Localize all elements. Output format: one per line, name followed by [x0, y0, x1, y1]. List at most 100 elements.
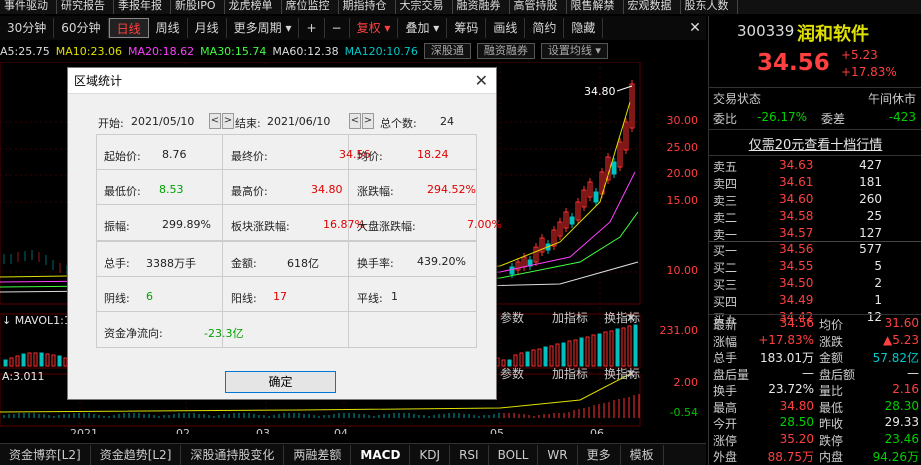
start-next-button[interactable]: > [222, 113, 234, 129]
grid-divider [96, 276, 477, 277]
trade-status-row: 交易状态 午间休市 [709, 90, 921, 107]
level-price: 34.56 [779, 242, 814, 256]
dialog-title: 区域统计 [74, 74, 123, 88]
menu-item[interactable]: 限售解禁 [567, 0, 624, 14]
toolbar-11-button[interactable]: 画线 [486, 18, 526, 38]
date-axis-label: 06 [590, 427, 604, 434]
menu-item[interactable]: 龙虎榜单 [225, 0, 282, 14]
stat-key: 起始价: [104, 150, 141, 163]
stat-label: 量比 [819, 384, 844, 398]
panel-button-0[interactable]: 参数 [500, 310, 524, 325]
toolbar-3-button[interactable]: 周线 [149, 18, 188, 38]
volume-bar [513, 354, 518, 367]
indicator-tab[interactable]: 更多 [578, 444, 621, 465]
toolbar-13-button[interactable]: 隐藏 [564, 18, 604, 38]
menu-item[interactable]: 大宗交易 [396, 0, 453, 14]
indicator-tab[interactable]: 资金趋势[L2] [91, 444, 182, 465]
panel-close-icon[interactable]: ✕ [626, 367, 636, 381]
toolbar-5-button[interactable]: 更多周期 ▾ [227, 18, 300, 38]
toolbar-9-button[interactable]: 叠加 ▾ [398, 18, 448, 38]
menu-item[interactable]: 研究报告 [57, 0, 114, 14]
menu-item[interactable]: 新股IPO [171, 0, 225, 14]
toolbar-0-button[interactable]: 30分钟 [0, 18, 55, 38]
ma-settings-button[interactable]: 设置均线 ▾ [540, 43, 608, 59]
indicator-tab[interactable]: 两融差额 [284, 444, 352, 465]
level-label: 卖三 [713, 194, 738, 208]
level-label: 卖四 [713, 177, 738, 191]
trade-status-label: 交易状态 [713, 92, 762, 106]
weibi-label: 委比 [713, 112, 738, 126]
stats-row: 最新 34.56 均价 31.60 [709, 316, 921, 333]
toolbar-1-button[interactable]: 60分钟 [54, 18, 109, 38]
menu-item[interactable]: 季报年报 [114, 0, 171, 14]
toolbar-4-button[interactable]: 月线 [188, 18, 227, 38]
toolbar-8-button[interactable]: 复权 ▾ [350, 18, 399, 38]
menu-item[interactable]: 事件驱动 [0, 0, 57, 14]
start-prev-button[interactable]: < [209, 113, 221, 129]
range-stats-dialog: 区域统计 ✕ 开始: 2021/05/10 < > 结束: 2021/06/10… [67, 67, 502, 400]
menu-item[interactable]: 席位监控 [282, 0, 339, 14]
stat-label: 总手 [713, 351, 738, 365]
trade-status-value: 午间休市 [867, 92, 916, 106]
stat-key: 最终价: [231, 150, 268, 163]
volume-bar [543, 346, 548, 367]
volume-bar [33, 352, 38, 367]
level-volume: 427 [859, 158, 882, 172]
dialog-close-icon[interactable]: ✕ [475, 68, 488, 94]
level-label: 买四 [713, 295, 738, 309]
volume-bar [549, 345, 554, 367]
volume-bar [633, 324, 638, 367]
grid-divider [96, 204, 477, 205]
toolbar-12-button[interactable]: 简约 [525, 18, 565, 38]
indicator-tab[interactable]: 资金博弈[L2] [0, 444, 91, 465]
count-value: 24 [440, 115, 454, 128]
date-axis-label: 05 [490, 427, 504, 434]
indicator-tabs: 资金博弈[L2] 资金趋势[L2] 深股通持股变化 两融差额 MACD KDJ RSI BOL… [0, 443, 706, 465]
indicator-tab[interactable]: KDJ [410, 444, 451, 465]
stat-value: 439.20% [417, 255, 466, 268]
indicator-tab[interactable]: 模板 [621, 444, 664, 465]
level-price: 34.60 [779, 192, 814, 206]
volume-bar [519, 352, 524, 367]
toolbar-close-icon[interactable]: ✕ [686, 18, 704, 38]
panel-button-1[interactable]: 加指标 [552, 366, 588, 381]
end-prev-button[interactable]: < [349, 113, 361, 129]
bid-row: 买二 34.55 5 [709, 259, 921, 276]
ask-row: 卖二 34.58 25 [709, 209, 921, 226]
volume-bar [537, 348, 542, 367]
level2-promo-link[interactable]: 仅需20元查看十档行情 [709, 134, 921, 153]
indicator-tab[interactable]: 深股通持股变化 [181, 444, 285, 465]
toolbar-2-button[interactable]: 日线 [108, 18, 149, 38]
menu-item[interactable]: 宏观数据 [624, 0, 681, 14]
volume-bar [573, 339, 578, 367]
toolbar-label: 周线 [155, 21, 180, 35]
stat-value: 35.20 [779, 431, 814, 446]
stat-label: 盘后量 [713, 367, 750, 382]
indicator-tab[interactable]: MACD [351, 444, 411, 465]
toolbar-10-button[interactable]: 筹码 [447, 18, 487, 38]
hk-connect-button[interactable]: 深股通 [423, 43, 471, 59]
panel-close-icon[interactable]: ✕ [626, 311, 636, 325]
menu-item[interactable]: 高管持股 [510, 0, 567, 14]
level-volume: 181 [859, 175, 882, 189]
bid-row: 买四 34.49 1 [709, 293, 921, 310]
panel-button-1[interactable]: 加指标 [552, 310, 588, 325]
ma10-label: MA10:23.06 [55, 44, 122, 58]
menu-item[interactable]: 股东人数 [681, 0, 738, 14]
stat-key: 金额: [231, 257, 257, 270]
panel-button-0[interactable]: 参数 [500, 366, 524, 381]
menu-item[interactable]: 融资融券 [453, 0, 510, 14]
ok-button[interactable]: 确定 [225, 371, 336, 393]
margin-button[interactable]: 融资融券 [476, 43, 535, 59]
indicator-tab[interactable]: BOLL [489, 444, 539, 465]
toolbar-7-button[interactable]: − [325, 18, 350, 38]
stats-row: 今开 28.50 昨收 29.33 [709, 415, 921, 432]
stat-value: 23.72% [768, 382, 814, 396]
toolbar-6-button[interactable]: + [299, 18, 325, 38]
menu-item[interactable]: 期指持仓 [339, 0, 396, 14]
end-next-button[interactable]: > [362, 113, 374, 129]
volume-bar [609, 330, 614, 367]
toolbar-label: 60分钟 [61, 21, 101, 35]
indicator-tab[interactable]: RSI [450, 444, 489, 465]
indicator-tab[interactable]: WR [538, 444, 578, 465]
